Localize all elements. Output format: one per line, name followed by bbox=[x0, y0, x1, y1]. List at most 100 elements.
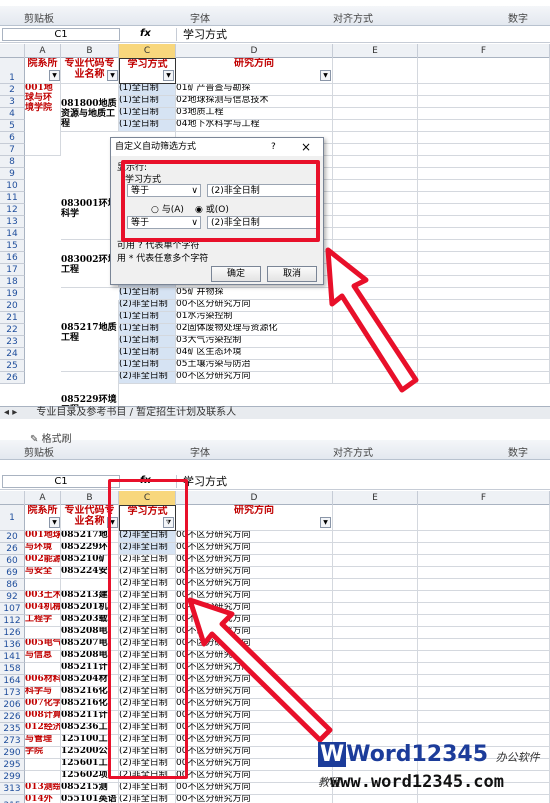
row-header[interactable]: 16 bbox=[0, 252, 25, 264]
empty-cell[interactable] bbox=[418, 711, 550, 723]
row-header[interactable]: 23 bbox=[0, 336, 25, 348]
row-header[interactable]: 6 bbox=[0, 132, 25, 144]
empty-cell[interactable] bbox=[418, 615, 550, 627]
cell-study-mode[interactable]: (2)非全日制 bbox=[119, 300, 176, 312]
name-box[interactable]: C1 bbox=[2, 475, 120, 488]
cell-direction[interactable]: 00不区分研究方向 bbox=[176, 555, 333, 567]
col-header-e[interactable]: E bbox=[333, 491, 418, 505]
row-header[interactable]: 24 bbox=[0, 348, 25, 360]
cell-college[interactable]: 008计算 bbox=[25, 711, 61, 723]
empty-cell[interactable] bbox=[418, 336, 550, 348]
cell-study-mode[interactable]: (1)全日制 bbox=[119, 360, 176, 372]
empty-cell[interactable] bbox=[333, 555, 418, 567]
cell-major[interactable]: 055101英语笔译 bbox=[61, 795, 119, 803]
empty-cell[interactable] bbox=[333, 168, 418, 180]
empty-cell[interactable] bbox=[418, 216, 550, 228]
col-header-a[interactable]: A bbox=[25, 491, 61, 505]
row-header[interactable]: 69 bbox=[0, 567, 25, 579]
empty-cell[interactable] bbox=[418, 144, 550, 156]
cell-direction[interactable]: 00不区分研究方向 bbox=[176, 783, 333, 795]
cell-college[interactable]: 013测绘 bbox=[25, 783, 61, 795]
help-icon[interactable]: ? bbox=[271, 138, 276, 156]
col-header-b[interactable]: B bbox=[61, 44, 119, 58]
cell-direction[interactable]: 04地下水科学与工程 bbox=[176, 120, 333, 132]
empty-cell[interactable] bbox=[418, 348, 550, 360]
empty-cell[interactable] bbox=[418, 108, 550, 120]
row-header[interactable]: 5 bbox=[0, 120, 25, 132]
cell-college[interactable]: 学院 bbox=[25, 747, 61, 759]
cell-direction[interactable]: 01矿产普查与勘探 bbox=[176, 84, 333, 96]
cell-direction[interactable]: 03地质工程 bbox=[176, 108, 333, 120]
row-header[interactable]: 19 bbox=[0, 288, 25, 300]
header-cell-d[interactable]: 研究方向 bbox=[176, 58, 333, 84]
empty-cell[interactable] bbox=[418, 505, 550, 531]
cell-study-mode[interactable]: (1)全日制 bbox=[119, 84, 176, 96]
cell-direction[interactable]: 02地球探测与信息技术 bbox=[176, 96, 333, 108]
select-all-corner[interactable] bbox=[0, 491, 25, 505]
empty-cell[interactable] bbox=[333, 144, 418, 156]
row-header[interactable]: 158 bbox=[0, 663, 25, 675]
empty-cell[interactable] bbox=[418, 132, 550, 144]
row-header[interactable]: 141 bbox=[0, 651, 25, 663]
row-header[interactable]: 10 bbox=[0, 180, 25, 192]
row-header[interactable]: 11 bbox=[0, 192, 25, 204]
filter-dropdown-icon[interactable]: ▼ bbox=[49, 70, 60, 81]
filter-dropdown-icon[interactable]: ▼ bbox=[163, 70, 174, 81]
empty-cell[interactable] bbox=[418, 543, 550, 555]
empty-cell[interactable] bbox=[333, 204, 418, 216]
row-header[interactable]: 12 bbox=[0, 204, 25, 216]
empty-cell[interactable] bbox=[418, 531, 550, 543]
empty-cell[interactable] bbox=[418, 180, 550, 192]
cell-college[interactable]: 003土木 bbox=[25, 591, 61, 603]
row-header[interactable]: 1 bbox=[0, 505, 25, 531]
cell-college[interactable]: 007化学 bbox=[25, 699, 61, 711]
empty-cell[interactable] bbox=[418, 591, 550, 603]
cell-college[interactable]: 012经济 bbox=[25, 723, 61, 735]
cancel-button[interactable]: 取消 bbox=[267, 266, 317, 282]
cell-college[interactable]: 与安全 bbox=[25, 567, 61, 579]
empty-cell[interactable] bbox=[418, 156, 550, 168]
row-header[interactable]: 60 bbox=[0, 555, 25, 567]
empty-cell[interactable] bbox=[418, 372, 550, 384]
row-header[interactable]: 112 bbox=[0, 615, 25, 627]
row-header[interactable]: 13 bbox=[0, 216, 25, 228]
empty-cell[interactable] bbox=[418, 603, 550, 615]
cell-direction[interactable]: 02固体废物处理与资源化 bbox=[176, 324, 333, 336]
empty-cell[interactable] bbox=[418, 204, 550, 216]
empty-cell[interactable] bbox=[333, 96, 418, 108]
row-header[interactable]: 136 bbox=[0, 639, 25, 651]
cell-college[interactable]: 001地球 bbox=[25, 531, 61, 543]
empty-cell[interactable] bbox=[333, 84, 418, 96]
cell-direction[interactable]: 00不区分研究方向 bbox=[176, 300, 333, 312]
empty-cell[interactable] bbox=[418, 675, 550, 687]
empty-cell[interactable] bbox=[333, 216, 418, 228]
empty-cell[interactable] bbox=[333, 795, 418, 803]
cell-college[interactable]: 002能源 bbox=[25, 555, 61, 567]
row-header[interactable]: 107 bbox=[0, 603, 25, 615]
cell-study-mode[interactable]: (1)全日制 bbox=[119, 288, 176, 300]
empty-cell[interactable] bbox=[418, 663, 550, 675]
cell-study-mode[interactable]: (2)非全日制 bbox=[119, 372, 176, 384]
empty-cell[interactable] bbox=[418, 324, 550, 336]
col-header-f[interactable]: F bbox=[418, 491, 550, 505]
row-header[interactable]: 4 bbox=[0, 108, 25, 120]
row-header[interactable]: 173 bbox=[0, 687, 25, 699]
cell-major[interactable]: 085229环境工程 bbox=[61, 372, 119, 406]
empty-cell[interactable] bbox=[418, 312, 550, 324]
cell-college[interactable]: 与环境 bbox=[25, 543, 61, 555]
cell-study-mode[interactable]: (1)全日制 bbox=[119, 312, 176, 324]
cell-direction[interactable]: 05土壤污染与防治 bbox=[176, 360, 333, 372]
empty-cell[interactable] bbox=[333, 120, 418, 132]
row-header[interactable]: 164 bbox=[0, 675, 25, 687]
empty-cell[interactable] bbox=[418, 651, 550, 663]
ok-button[interactable]: 确定 bbox=[211, 266, 261, 282]
row-header[interactable]: 126 bbox=[0, 627, 25, 639]
filter-dropdown-icon[interactable]: ▼ bbox=[107, 70, 118, 81]
name-box[interactable]: C1 bbox=[2, 28, 120, 41]
close-icon[interactable]: × bbox=[301, 138, 311, 156]
cell-college[interactable] bbox=[25, 771, 61, 783]
cell-direction[interactable]: 00不区分研究方向 bbox=[176, 531, 333, 543]
row-header[interactable]: 25 bbox=[0, 360, 25, 372]
cell-college[interactable]: 科学与 bbox=[25, 687, 61, 699]
empty-cell[interactable] bbox=[418, 723, 550, 735]
